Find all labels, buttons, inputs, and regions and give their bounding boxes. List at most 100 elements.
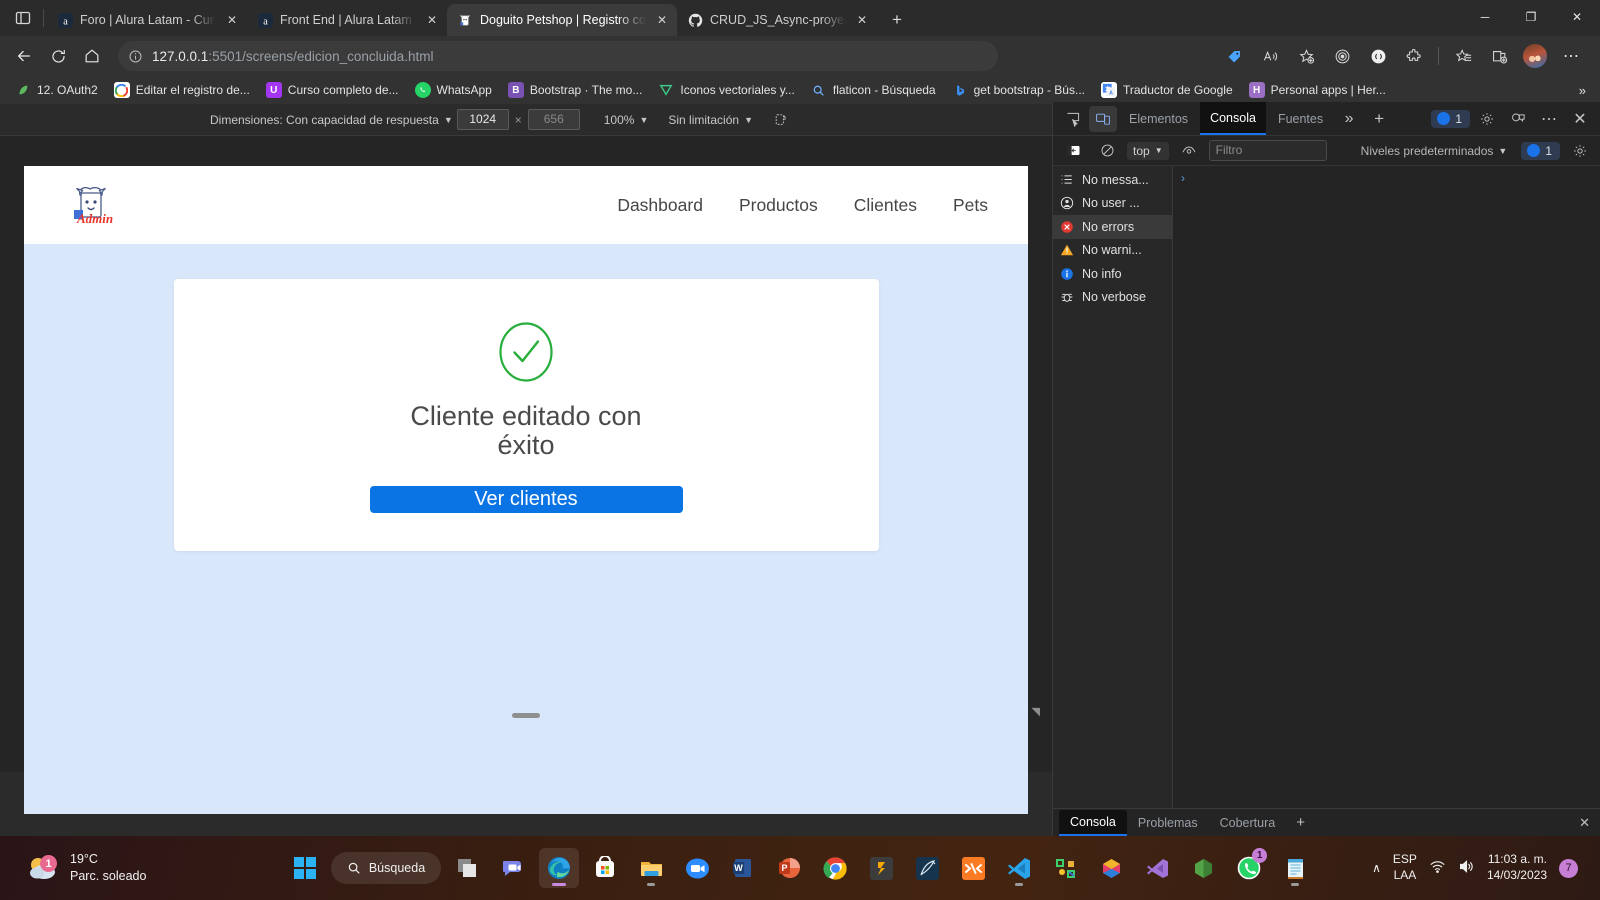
bookmark-item[interactable]: U Curso completo de...	[259, 79, 406, 101]
page-scrollbar[interactable]	[1018, 166, 1028, 814]
reload-icon[interactable]	[42, 40, 74, 72]
bookmark-item[interactable]: 文A Traductor de Google	[1094, 79, 1240, 101]
close-devtools-icon[interactable]: ✕	[1566, 106, 1594, 132]
sidebar-item-errors[interactable]: No errors	[1053, 215, 1172, 239]
browser-tab-1[interactable]: a Foro | Alura Latam - Cursos onlin ✕	[47, 4, 247, 36]
console-sidebar-icon[interactable]	[1059, 138, 1087, 164]
ver-clientes-button[interactable]: Ver clientes	[369, 486, 683, 513]
device-toolbar-icon[interactable]	[1089, 105, 1117, 132]
extensions-icon[interactable]	[1397, 40, 1431, 72]
address-bar[interactable]: 127.0.0.1:5501/screens/edicion_concluida…	[118, 41, 998, 71]
bookmarks-overflow-icon[interactable]: »	[1573, 83, 1592, 98]
issues-badge-filterbar[interactable]: 1	[1521, 141, 1560, 160]
rotate-device-icon[interactable]	[773, 112, 789, 128]
minimize-button[interactable]: ─	[1462, 0, 1508, 34]
viewport-resize-handle-corner[interactable]: ◥	[1032, 705, 1040, 718]
bookmark-item[interactable]: B Bootstrap · The mo...	[501, 79, 650, 101]
chevron-down-icon[interactable]: ▼	[744, 115, 753, 125]
figma-icon[interactable]	[1045, 848, 1085, 888]
settings-more-icon[interactable]: ⋯	[1554, 40, 1588, 72]
browser-tab-4[interactable]: CRUD_JS_Async-proyecto_base/F ✕	[677, 4, 877, 36]
sidebar-item-messages[interactable]: No messa...	[1053, 168, 1172, 192]
more-tabs-icon[interactable]: »	[1335, 106, 1363, 132]
viewport-resize-handle-bottom[interactable]	[512, 713, 540, 718]
bookmark-item[interactable]: get bootstrap - Bús...	[945, 79, 1092, 101]
nav-link-clientes[interactable]: Clientes	[854, 195, 917, 216]
whatsapp-icon[interactable]: 1	[1229, 848, 1269, 888]
profile-avatar[interactable]	[1523, 44, 1547, 68]
bookmark-item[interactable]: flaticon - Búsqueda	[804, 79, 943, 101]
drawer-close-icon[interactable]: ✕	[1579, 815, 1590, 831]
sublime-text-icon[interactable]	[861, 848, 901, 888]
volume-icon[interactable]	[1458, 858, 1475, 878]
price-tag-icon[interactable]	[1217, 40, 1251, 72]
favorites-icon[interactable]	[1446, 40, 1480, 72]
search-pill[interactable]: Búsqueda	[330, 852, 442, 884]
vscode-icon[interactable]	[999, 848, 1039, 888]
browser-tab-2[interactable]: a Front End | Alura Latam - Cursos ✕	[247, 4, 447, 36]
bookmark-item[interactable]: Editar el registro de...	[107, 79, 257, 101]
powerpoint-icon[interactable]: P	[769, 848, 809, 888]
tray-expand-icon[interactable]: ∧	[1372, 861, 1381, 875]
close-icon[interactable]: ✕	[853, 11, 871, 29]
log-levels-selector[interactable]: Niveles predeterminados ▼	[1361, 144, 1508, 158]
bookmark-item[interactable]: H Personal apps | Her...	[1242, 79, 1393, 101]
gear-icon[interactable]	[1473, 106, 1501, 132]
browser-tab-3[interactable]: Doguito Petshop | Registro concl ✕	[447, 4, 677, 36]
zoom-level[interactable]: 100% ▼	[604, 113, 649, 127]
clock[interactable]: 11:03 a. m. 14/03/2023	[1487, 852, 1547, 883]
dimensions-label[interactable]: Dimensiones: Con capacidad de respuesta	[210, 113, 439, 127]
close-icon[interactable]: ✕	[223, 11, 241, 29]
chevron-down-icon[interactable]: ▼	[639, 115, 648, 125]
language-indicator[interactable]: ESP LAA	[1393, 852, 1417, 883]
tab-consola[interactable]: Consola	[1200, 102, 1266, 135]
console-settings-gear-icon[interactable]	[1566, 138, 1594, 164]
chrome-icon[interactable]	[815, 848, 855, 888]
file-explorer-icon[interactable]	[631, 848, 671, 888]
width-input[interactable]: 1024	[456, 109, 509, 130]
word-icon[interactable]: W	[723, 848, 763, 888]
add-favorite-icon[interactable]	[1289, 40, 1323, 72]
microsoft-store-icon[interactable]	[585, 848, 625, 888]
notepad-icon[interactable]	[1275, 848, 1315, 888]
chevron-down-icon[interactable]: ▼	[444, 115, 453, 125]
console-filter-input[interactable]: Filtro	[1208, 140, 1327, 161]
devtools-more-icon[interactable]: ⋯	[1535, 106, 1563, 132]
zoom-icon[interactable]	[677, 848, 717, 888]
bookmark-item[interactable]: Iconos vectoriales y...	[651, 79, 802, 101]
back-icon[interactable]	[8, 40, 40, 72]
sidebar-item-user-messages[interactable]: No user ...	[1053, 192, 1172, 216]
edge-icon[interactable]	[539, 848, 580, 888]
inspect-element-icon[interactable]	[1059, 106, 1087, 132]
sidebar-item-warnings[interactable]: No warni...	[1053, 239, 1172, 263]
teams-icon[interactable]	[493, 848, 533, 888]
nav-link-pets[interactable]: Pets	[953, 195, 988, 216]
photoshop-icon[interactable]	[1091, 848, 1131, 888]
close-icon[interactable]: ✕	[653, 11, 671, 29]
drawer-tab-cobertura[interactable]: Cobertura	[1209, 810, 1287, 836]
notification-badge[interactable]: 7	[1559, 858, 1578, 878]
sidebar-item-info[interactable]: No info	[1053, 262, 1172, 286]
node-icon[interactable]	[1183, 848, 1223, 888]
xampp-icon[interactable]	[953, 848, 993, 888]
collections-target-icon[interactable]	[1325, 40, 1359, 72]
nav-link-productos[interactable]: Productos	[739, 195, 818, 216]
console-output-area[interactable]: ›	[1173, 166, 1600, 808]
clear-console-icon[interactable]	[1093, 138, 1121, 164]
issues-badge[interactable]: 1	[1431, 109, 1470, 128]
wifi-icon[interactable]	[1429, 858, 1446, 878]
close-window-button[interactable]: ✕	[1554, 0, 1600, 34]
close-icon[interactable]: ✕	[423, 11, 441, 29]
drawer-tab-problemas[interactable]: Problemas	[1127, 810, 1209, 836]
doguito-admin-logo[interactable]: Admin	[64, 177, 120, 233]
nav-link-dashboard[interactable]: Dashboard	[617, 195, 703, 216]
drawer-tab-consola[interactable]: Consola	[1059, 809, 1127, 836]
visual-studio-icon[interactable]	[1137, 848, 1177, 888]
height-input[interactable]: 656	[527, 109, 580, 130]
sidebar-item-verbose[interactable]: No verbose	[1053, 286, 1172, 310]
bookmark-item[interactable]: WhatsApp	[408, 79, 499, 101]
home-icon[interactable]	[76, 40, 108, 72]
start-button[interactable]	[285, 848, 325, 888]
tab-search-icon[interactable]	[6, 1, 40, 35]
network-throttling[interactable]: Sin limitación ▼	[668, 113, 753, 127]
